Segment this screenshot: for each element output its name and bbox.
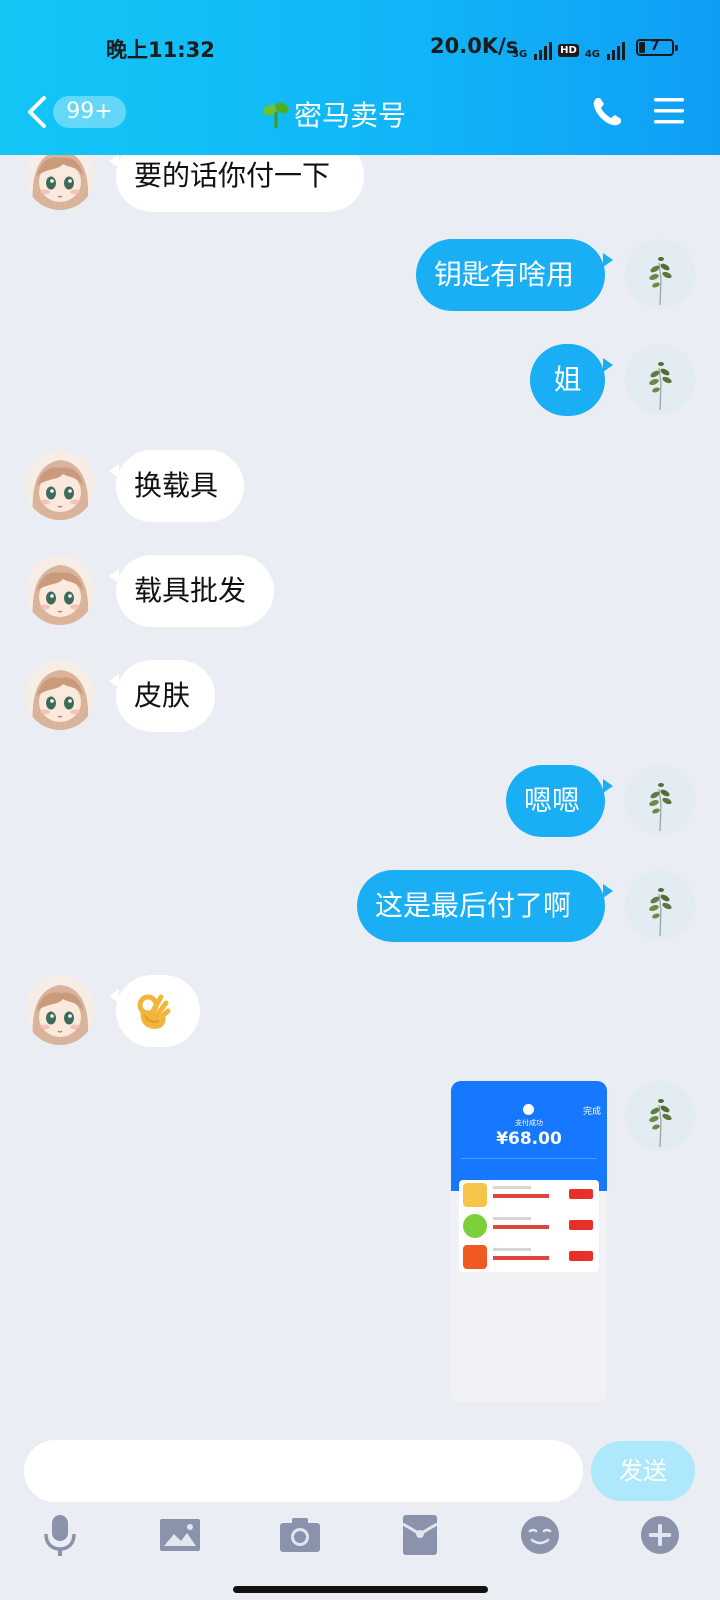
sprout-icon (263, 102, 289, 129)
battery-level: 7 (650, 38, 660, 54)
signal-icon (534, 42, 553, 60)
image-message-payment-screenshot[interactable]: 完成 支付成功 ¥68.00 (451, 1081, 607, 1402)
message-bubble-in[interactable]: 载具批发 (109, 555, 274, 627)
reward-icon (463, 1183, 487, 1207)
menu-icon[interactable] (653, 96, 685, 126)
network-type-b: 4G (584, 49, 601, 60)
contact-avatar[interactable] (25, 450, 95, 520)
ok-hand-icon (137, 994, 171, 1029)
message-bubble-out[interactable]: 钥匙有啥用 (416, 239, 613, 311)
my-avatar[interactable] (625, 344, 695, 414)
reward-item (459, 1242, 599, 1272)
reward-icon (463, 1245, 487, 1269)
camera-icon[interactable] (277, 1512, 323, 1558)
my-avatar[interactable] (625, 765, 695, 835)
payment-header: 完成 支付成功 ¥68.00 (451, 1081, 607, 1191)
message-bubble-in[interactable]: 要的话你付一下 (109, 155, 364, 212)
chat-title-text: 密马卖号 (294, 99, 407, 132)
signal-icon-2 (607, 42, 626, 60)
plus-icon[interactable] (637, 1512, 683, 1558)
contact-avatar[interactable] (25, 975, 95, 1045)
message-bubble-in[interactable]: 皮肤 (109, 660, 215, 732)
payment-rewards-card (459, 1180, 599, 1272)
contact-avatar[interactable] (25, 660, 95, 730)
status-time: 晚上11:32 (106, 38, 215, 62)
message-input[interactable] (24, 1440, 583, 1502)
send-button[interactable]: 发送 (591, 1441, 695, 1501)
message-bubble-out[interactable]: 嗯嗯 (506, 765, 613, 837)
my-avatar[interactable] (625, 870, 695, 940)
emoji-icon[interactable] (517, 1512, 563, 1558)
contact-avatar[interactable] (25, 555, 95, 625)
payment-logo-icon (523, 1104, 534, 1115)
message-bubble-out[interactable]: 姐 (530, 344, 613, 416)
hd-badge: HD (558, 44, 579, 57)
payment-amount: ¥68.00 (496, 1129, 562, 1149)
chat-header: 晚上11:32 20.0K/s 3G HD 4G 7 99+ 密马卖号 (0, 0, 720, 155)
picture-icon[interactable] (157, 1512, 203, 1558)
status-icons: 3G HD 4G (512, 36, 626, 60)
payment-meta (461, 1158, 597, 1179)
battery-icon: 7 (636, 38, 678, 56)
home-indicator[interactable] (233, 1586, 488, 1593)
my-avatar[interactable] (625, 239, 695, 309)
network-type-a: 3G (512, 49, 528, 60)
message-list[interactable]: 要的话你付一下 钥匙有啥用 姐 换载具 载具批发 皮肤 嗯嗯 这是最后付了啊 完… (0, 155, 720, 1435)
phone-icon[interactable] (590, 95, 624, 129)
message-bubble-in[interactable]: 换载具 (109, 450, 244, 522)
status-net-speed: 20.0K/s (430, 34, 519, 58)
my-avatar[interactable] (625, 1081, 695, 1151)
contact-avatar[interactable] (25, 155, 95, 210)
payment-done-label: 完成 (582, 1107, 601, 1117)
back-arrow-icon[interactable] (22, 92, 52, 132)
unread-count-badge[interactable]: 99+ (53, 96, 126, 128)
red-packet-icon[interactable] (397, 1512, 443, 1558)
message-bubble-in[interactable] (109, 975, 200, 1047)
reward-item (459, 1180, 599, 1210)
payment-success-label: 支付成功 (515, 1119, 543, 1127)
reward-item (459, 1211, 599, 1241)
chat-title: 密马卖号 (262, 94, 406, 134)
input-toolbar (0, 1512, 720, 1578)
message-bubble-out[interactable]: 这是最后付了啊 (357, 870, 613, 942)
microphone-icon[interactable] (37, 1512, 83, 1558)
reward-icon (463, 1214, 487, 1238)
